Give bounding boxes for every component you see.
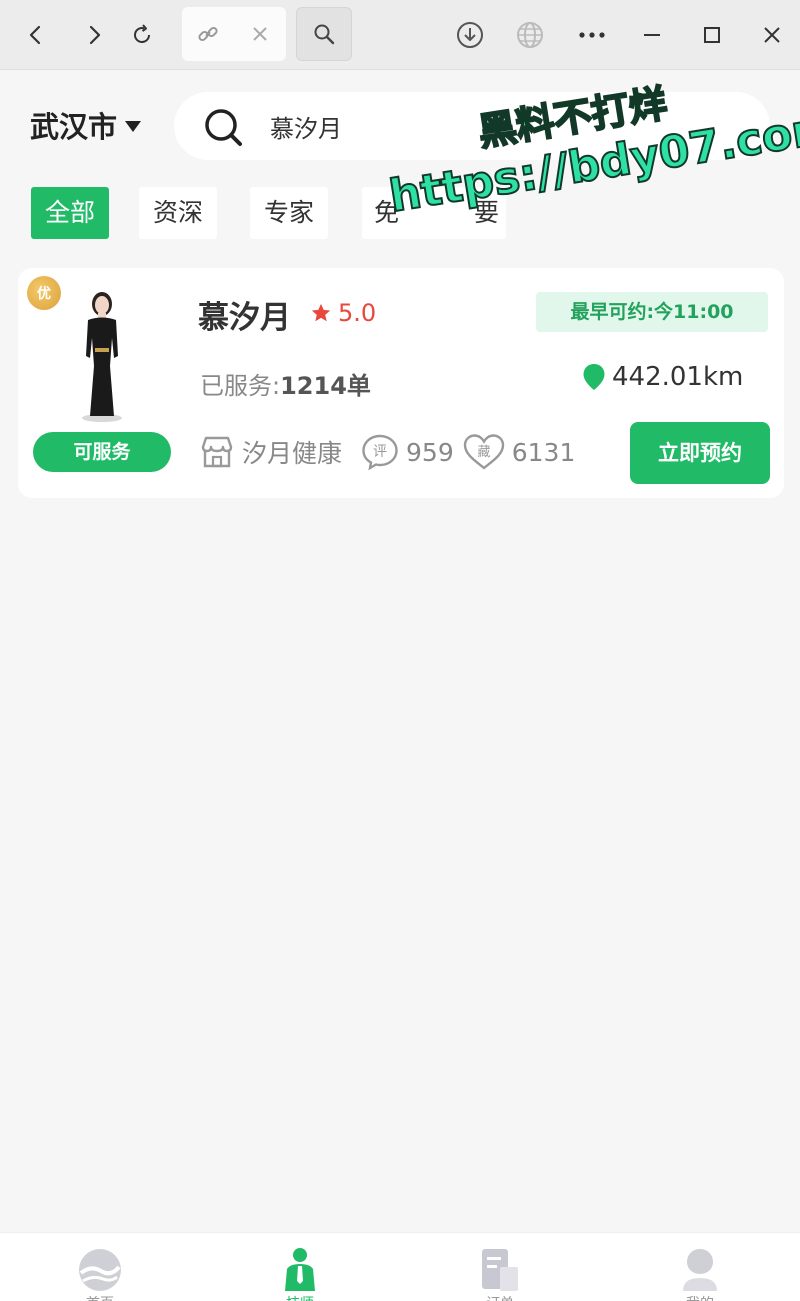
avatar: [68, 288, 136, 424]
maximize-icon[interactable]: [694, 17, 730, 53]
nav-technician[interactable]: 技师: [200, 1233, 400, 1301]
minimize-icon[interactable]: [634, 17, 670, 53]
city-label: 武汉市: [30, 110, 118, 144]
rating: 5.0: [310, 299, 376, 327]
browser-tab[interactable]: [182, 7, 286, 61]
served-count: 已服务:1214单: [200, 366, 371, 401]
download-icon[interactable]: [452, 17, 488, 53]
search-icon: [314, 24, 335, 45]
favorite-count: 6131: [511, 437, 576, 467]
filter-senior[interactable]: 资深: [139, 187, 218, 239]
technician-icon: [285, 1248, 315, 1291]
filter-expert[interactable]: 专家: [250, 187, 329, 239]
nav-profile-label: 我的: [600, 1293, 800, 1301]
nav-orders[interactable]: 订单: [400, 1233, 600, 1301]
served-value: 1214单: [280, 372, 371, 400]
globe-icon[interactable]: [512, 17, 548, 53]
search-value: 慕汐月: [270, 115, 342, 143]
rating-value: 5.0: [338, 299, 377, 327]
nav-home-label: 首页: [0, 1293, 200, 1301]
caret-down-icon: [125, 120, 142, 132]
book-now-button[interactable]: 立即预约: [630, 422, 770, 484]
svg-text:藏: 藏: [477, 445, 490, 460]
browser-search-button[interactable]: [296, 7, 352, 61]
city-selector[interactable]: 武汉市: [30, 104, 142, 146]
more-icon[interactable]: [574, 17, 610, 53]
star-icon: [311, 303, 331, 322]
orders-icon: [482, 1249, 518, 1291]
nav-orders-label: 订单: [400, 1293, 600, 1301]
close-tab-icon[interactable]: [250, 24, 270, 48]
favorite-info[interactable]: 藏 6131: [462, 432, 576, 472]
svg-text:评: 评: [373, 444, 387, 460]
bottom-nav: 首页 技师 订单 我的: [0, 1232, 800, 1301]
distance-value: 442.01km: [612, 362, 744, 392]
back-icon[interactable]: [18, 17, 54, 53]
review-info[interactable]: 评 959: [360, 432, 454, 472]
store-icon: [201, 436, 233, 468]
status-badge: 可服务: [33, 432, 171, 472]
close-icon[interactable]: [754, 17, 790, 53]
link-icon: [196, 22, 220, 50]
heart-icon: 藏: [463, 434, 504, 470]
card-meta: 汐月健康 评 959 藏 6131: [198, 432, 575, 472]
nav-profile[interactable]: 我的: [600, 1233, 800, 1301]
shop-info[interactable]: 汐月健康: [198, 433, 342, 471]
review-count: 959: [406, 437, 454, 467]
search-icon: [202, 106, 244, 152]
availability-badge: 最早可约:今11:00: [536, 292, 768, 332]
browser-toolbar: [0, 0, 800, 70]
shop-name: 汐月健康: [242, 439, 343, 468]
medal-badge: 优: [27, 276, 61, 310]
therapist-name: 慕汐月: [198, 300, 291, 336]
nav-technician-label: 技师: [200, 1293, 400, 1301]
forward-icon[interactable]: [76, 17, 112, 53]
home-icon: [79, 1249, 121, 1291]
distance: 442.01km: [582, 362, 743, 392]
served-label: 已服务:: [200, 372, 281, 400]
location-pin-icon: [583, 364, 605, 390]
filter-all[interactable]: 全部: [31, 187, 110, 239]
nav-home[interactable]: 首页: [0, 1233, 200, 1301]
reload-icon[interactable]: [124, 17, 160, 53]
profile-icon: [683, 1249, 717, 1291]
review-icon: 评: [362, 434, 398, 471]
medal-badge-label: 优: [37, 286, 51, 302]
